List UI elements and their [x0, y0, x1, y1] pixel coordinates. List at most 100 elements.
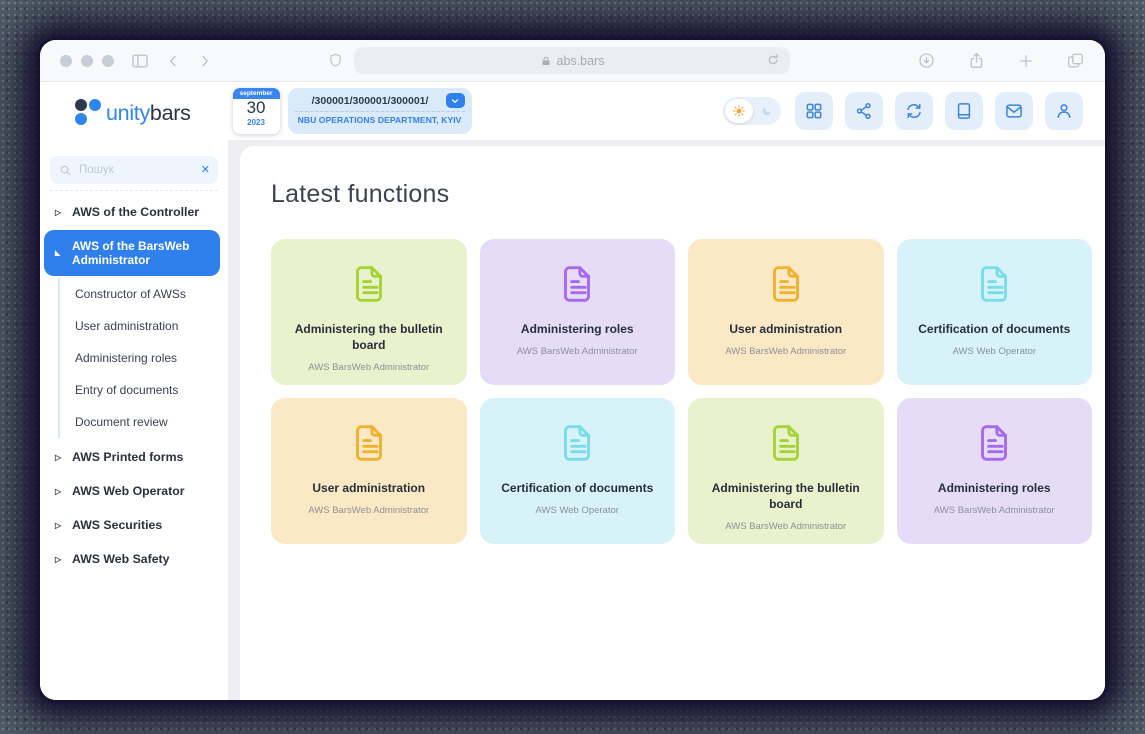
- function-card[interactable]: User administration AWS BarsWeb Administ…: [688, 239, 884, 385]
- tab-overview-icon[interactable]: [1066, 51, 1085, 70]
- document-icon: [763, 420, 809, 466]
- sidebar-item[interactable]: Entry of documents: [60, 374, 228, 406]
- zoom-window-button[interactable]: [102, 55, 114, 67]
- sidebar-item[interactable]: Administering roles: [60, 342, 228, 374]
- card-subtitle: AWS BarsWeb Administrator: [725, 521, 846, 532]
- function-card[interactable]: Administering the bulletin board AWS Bar…: [271, 239, 467, 385]
- back-button[interactable]: [164, 52, 182, 70]
- function-card[interactable]: Administering roles AWS BarsWeb Administ…: [480, 239, 676, 385]
- new-tab-icon[interactable]: [1017, 52, 1035, 70]
- close-window-button[interactable]: [60, 55, 72, 67]
- card-title: Administering the bulletin board: [285, 321, 453, 353]
- function-card[interactable]: Certification of documents AWS Web Opera…: [897, 239, 1093, 385]
- sidebar-item[interactable]: ▷ AWS Securities: [40, 508, 228, 542]
- logo-text-bars: bars: [150, 101, 191, 125]
- logo-text-unity: unity: [106, 101, 150, 125]
- card-subtitle: AWS Web Operator: [536, 505, 619, 516]
- clear-search-icon[interactable]: ✕: [201, 165, 210, 176]
- card-title: User administration: [729, 321, 842, 337]
- sidebar-item-label: AWS of the BarsWeb Administrator: [72, 239, 214, 267]
- triangle-collapsed-icon: ▷: [55, 453, 64, 462]
- document-icon: [971, 420, 1017, 466]
- sidebar-subgroup: Constructor of AWSsUser administrationAd…: [58, 278, 228, 438]
- card-subtitle: AWS BarsWeb Administrator: [308, 505, 429, 516]
- window-controls[interactable]: [60, 55, 114, 67]
- share-page-icon[interactable]: [967, 51, 986, 70]
- theme-toggle[interactable]: [723, 97, 781, 125]
- browser-window: abs.bars: [40, 40, 1105, 700]
- date-year: 2023: [233, 118, 280, 127]
- profile-button[interactable]: [1045, 92, 1083, 130]
- sidebar-item[interactable]: Constructor of AWSs: [60, 278, 228, 310]
- document-icon: [971, 261, 1017, 307]
- cards-grid: Administering the bulletin board AWS Bar…: [262, 239, 1092, 544]
- page-title: Latest functions: [271, 180, 1092, 209]
- triangle-collapsed-icon: ▷: [55, 555, 64, 564]
- sidebar-item-label: AWS Securities: [72, 518, 162, 532]
- search-icon: [58, 163, 73, 178]
- reload-icon[interactable]: [765, 52, 781, 68]
- card-subtitle: AWS BarsWeb Administrator: [308, 362, 429, 373]
- card-title: Administering roles: [938, 480, 1051, 496]
- sync-button[interactable]: [895, 92, 933, 130]
- function-card[interactable]: User administration AWS BarsWeb Administ…: [271, 398, 467, 544]
- apps-grid-button[interactable]: [795, 92, 833, 130]
- sidebar-item[interactable]: User administration: [60, 310, 228, 342]
- sidebar-item[interactable]: ▷ AWS of the Controller: [40, 195, 228, 229]
- sidebar-item[interactable]: ▷ AWS Printed forms: [40, 440, 228, 474]
- triangle-collapsed-icon: ▷: [55, 487, 64, 496]
- logo-dots-icon: [74, 96, 103, 127]
- minimize-window-button[interactable]: [81, 55, 93, 67]
- document-icon: [554, 261, 600, 307]
- function-card[interactable]: Administering the bulletin board AWS Bar…: [688, 398, 884, 544]
- dark-theme-moon-icon[interactable]: [760, 104, 774, 118]
- sidebar-nav: ▷ AWS of the Controller ◣AWS of the BarsWe…: [40, 195, 228, 576]
- sidebar-item[interactable]: ▷ AWS Web Operator: [40, 474, 228, 508]
- card-subtitle: AWS BarsWeb Administrator: [934, 505, 1055, 516]
- card-title: Administering the bulletin board: [702, 480, 870, 512]
- search-input[interactable]: [79, 164, 195, 176]
- sidebar-toggle-icon[interactable]: [130, 51, 150, 71]
- sidebar-item[interactable]: ◣AWS of the BarsWeb Administrator: [44, 230, 220, 276]
- content-background: Latest functions Administering the bulle…: [228, 140, 1105, 700]
- card-title: Administering roles: [521, 321, 634, 337]
- date-day: 30: [233, 99, 280, 118]
- desktop-background: { "browser": { "url": "abs.bars" }, "hea…: [0, 0, 1145, 734]
- sidebar-item[interactable]: Document review: [60, 406, 228, 438]
- sidebar-item[interactable]: ▷ AWS Web Safety: [40, 542, 228, 576]
- sidebar-item-label: AWS of the Controller: [72, 205, 199, 219]
- function-card[interactable]: Certification of documents AWS Web Opera…: [480, 398, 676, 544]
- sidebar: ✕ ▷ AWS of the Controller ◣AWS of the Bars…: [40, 140, 228, 700]
- triangle-collapsed-icon: ▷: [55, 521, 64, 530]
- light-theme-sun-icon[interactable]: [725, 99, 753, 123]
- journal-button[interactable]: [945, 92, 983, 130]
- header-actions: [795, 92, 1083, 130]
- operational-date-badge[interactable]: september 30 2023: [233, 88, 280, 134]
- forward-button[interactable]: [196, 52, 214, 70]
- browser-toolbar: abs.bars: [40, 40, 1105, 82]
- context-divider: [295, 111, 465, 112]
- branch-dropdown-button[interactable]: [446, 93, 465, 108]
- function-card[interactable]: Administering roles AWS BarsWeb Administ…: [897, 398, 1093, 544]
- content-panel: Latest functions Administering the bulle…: [240, 146, 1105, 700]
- privacy-shield-icon[interactable]: [327, 52, 344, 69]
- downloads-icon[interactable]: [917, 51, 936, 70]
- sidebar-item-label: AWS Web Safety: [72, 552, 170, 566]
- triangle-collapsed-icon: ▷: [55, 208, 64, 217]
- document-icon: [346, 420, 392, 466]
- document-icon: [763, 261, 809, 307]
- mail-button[interactable]: [995, 92, 1033, 130]
- card-subtitle: AWS BarsWeb Administrator: [725, 346, 846, 357]
- document-icon: [554, 420, 600, 466]
- card-subtitle: AWS BarsWeb Administrator: [517, 346, 638, 357]
- branch-context-box: /300001/300001/300001/ NBU OPERATIONS DE…: [288, 88, 472, 134]
- document-icon: [346, 261, 392, 307]
- sidebar-item-label: AWS Printed forms: [72, 450, 183, 464]
- lock-icon: [540, 55, 552, 67]
- card-title: Certification of documents: [918, 321, 1070, 337]
- share-button[interactable]: [845, 92, 883, 130]
- sidebar-search[interactable]: ✕: [50, 156, 218, 184]
- url-text: abs.bars: [557, 54, 605, 68]
- sidebar-item-label: AWS Web Operator: [72, 484, 185, 498]
- address-bar[interactable]: abs.bars: [354, 47, 790, 74]
